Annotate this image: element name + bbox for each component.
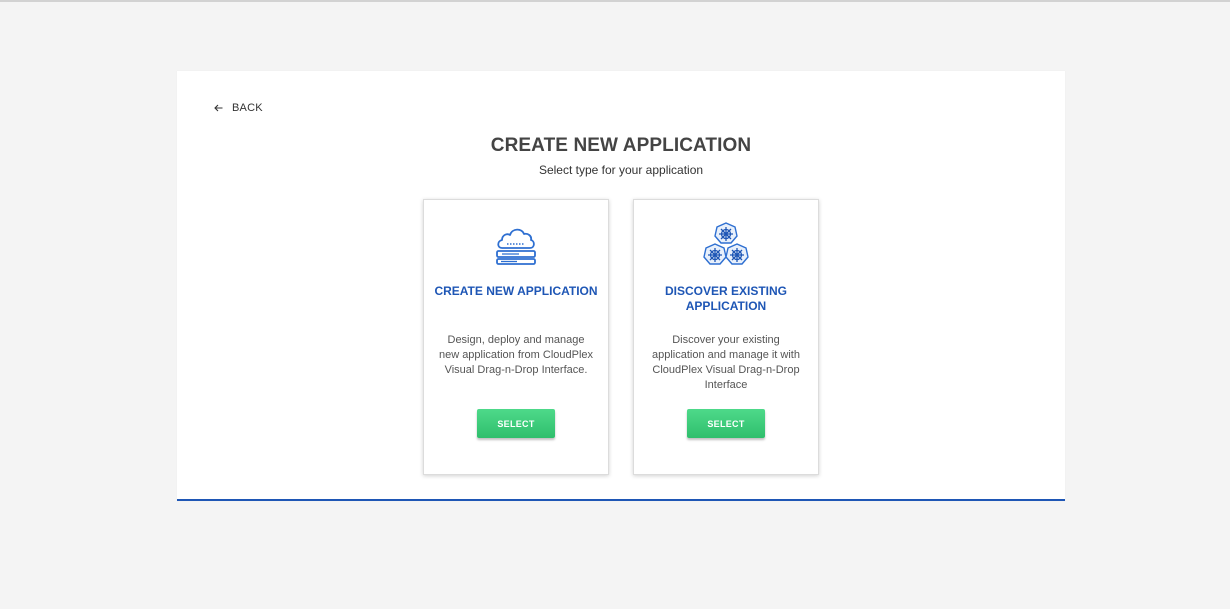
- cloud-server-icon: [424, 222, 608, 268]
- select-discover-existing-button[interactable]: SELECT: [687, 409, 765, 438]
- card-title: CREATE NEW APPLICATION: [434, 284, 598, 298]
- create-application-panel: BACK CREATE NEW APPLICATION Select type …: [177, 71, 1065, 501]
- select-create-new-button[interactable]: SELECT: [477, 409, 555, 438]
- page-subtitle: Select type for your application: [538, 163, 704, 177]
- card-description: Discover your existing application and m…: [652, 334, 800, 391]
- card-title: DISCOVER EXISTING APPLICATION: [664, 284, 788, 313]
- page-title: CREATE NEW APPLICATION: [490, 135, 752, 156]
- kubernetes-cluster-icon: [634, 222, 818, 268]
- discover-existing-application-card[interactable]: DISCOVER EXISTING APPLICATION Discover y…: [633, 199, 819, 475]
- card-description: Design, deploy and manage new applicatio…: [438, 334, 594, 376]
- back-button[interactable]: BACK: [214, 102, 263, 114]
- back-label: BACK: [232, 102, 263, 114]
- top-divider: [0, 0, 1230, 2]
- arrow-left-icon: [214, 104, 223, 112]
- create-new-application-card[interactable]: CREATE NEW APPLICATION Design, deploy an…: [423, 199, 609, 475]
